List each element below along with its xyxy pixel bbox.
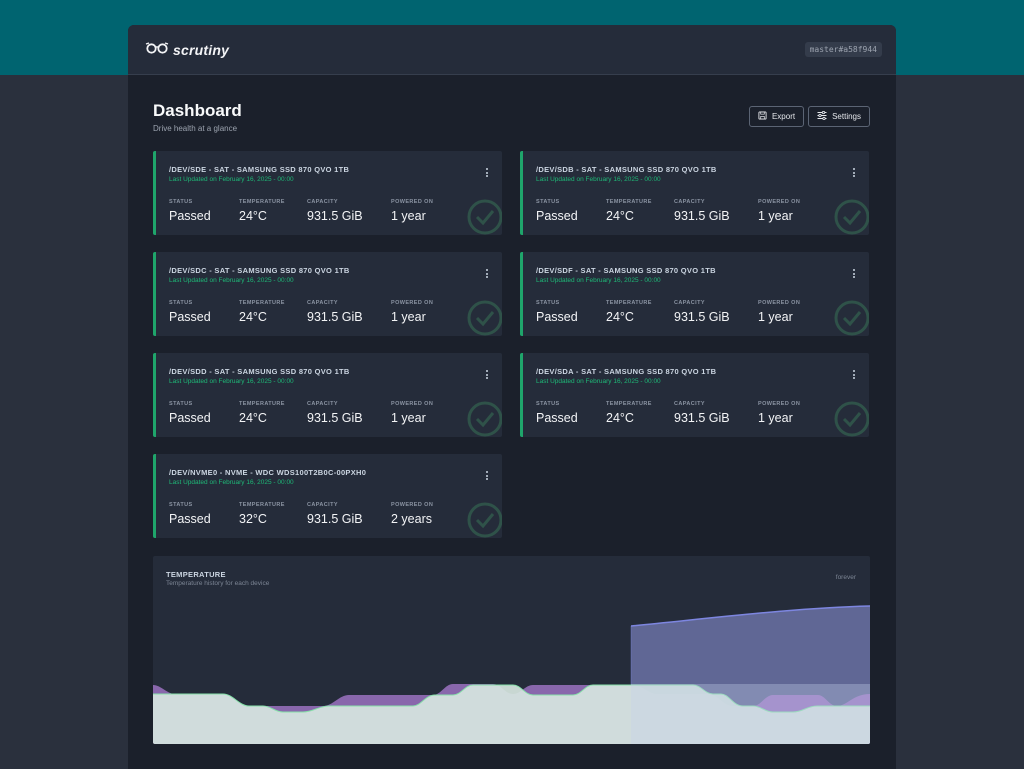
stat-capacity: CAPACITY 931.5 GiB <box>674 300 730 324</box>
app-window: scrutiny master#a58f944 Dashboard Drive … <box>128 25 896 769</box>
device-last-updated: Last Updated on February 16, 2025 - 00:0… <box>169 479 294 486</box>
device-card[interactable]: /DEV/SDA - SAT - SAMSUNG SSD 870 QVO 1TB… <box>520 353 869 437</box>
series-blue-overlay <box>631 684 870 744</box>
save-icon <box>758 111 767 122</box>
sliders-icon <box>817 110 827 122</box>
temperature-panel: TEMPERATURE Temperature history for each… <box>153 556 870 744</box>
more-options-icon[interactable] <box>486 471 488 480</box>
stat-temperature: TEMPERATURE 24°C <box>606 300 652 324</box>
more-options-icon[interactable] <box>853 370 855 379</box>
device-card[interactable]: /DEV/SDE - SAT - SAMSUNG SSD 870 QVO 1TB… <box>153 151 502 235</box>
logo[interactable]: scrutiny <box>145 41 229 59</box>
export-button[interactable]: Export <box>748 106 805 127</box>
stat-capacity: CAPACITY 931.5 GiB <box>674 199 730 223</box>
more-options-icon[interactable] <box>486 269 488 278</box>
device-last-updated: Last Updated on February 16, 2025 - 00:0… <box>536 176 661 183</box>
stat-status: STATUS Passed <box>169 502 211 526</box>
device-last-updated: Last Updated on February 16, 2025 - 00:0… <box>169 176 294 183</box>
device-title: /DEV/SDC - SAT - SAMSUNG SSD 870 QVO 1TB <box>169 266 350 275</box>
stat-temperature: TEMPERATURE 24°C <box>606 199 652 223</box>
export-label: Export <box>771 112 796 121</box>
stat-status: STATUS Passed <box>169 401 211 425</box>
device-last-updated: Last Updated on February 16, 2025 - 00:0… <box>536 378 661 385</box>
chart-range-selector[interactable]: forever <box>836 574 856 581</box>
device-card[interactable]: /DEV/SDB - SAT - SAMSUNG SSD 870 QVO 1TB… <box>520 151 869 235</box>
stat-temperature: TEMPERATURE 24°C <box>239 199 285 223</box>
stat-capacity: CAPACITY 931.5 GiB <box>307 300 363 324</box>
stat-status: STATUS Passed <box>536 401 578 425</box>
device-title: /DEV/SDB - SAT - SAMSUNG SSD 870 QVO 1TB <box>536 165 717 174</box>
stat-capacity: CAPACITY 931.5 GiB <box>674 401 730 425</box>
device-card[interactable]: /DEV/SDC - SAT - SAMSUNG SSD 870 QVO 1TB… <box>153 252 502 336</box>
device-card[interactable]: /DEV/SDD - SAT - SAMSUNG SSD 870 QVO 1TB… <box>153 353 502 437</box>
device-last-updated: Last Updated on February 16, 2025 - 00:0… <box>169 277 294 284</box>
stat-temperature: TEMPERATURE 24°C <box>606 401 652 425</box>
stat-capacity: CAPACITY 931.5 GiB <box>307 502 363 526</box>
header-actions: Export Settings <box>748 106 870 127</box>
stat-capacity: CAPACITY 931.5 GiB <box>307 401 363 425</box>
logo-text: scrutiny <box>173 41 230 58</box>
settings-label: Settings <box>832 112 861 121</box>
device-last-updated: Last Updated on February 16, 2025 - 00:0… <box>536 277 661 284</box>
device-title: /DEV/SDD - SAT - SAMSUNG SSD 870 QVO 1TB <box>169 367 350 376</box>
check-circle-icon <box>464 297 502 336</box>
stat-status: STATUS Passed <box>169 300 211 324</box>
version-badge: master#a58f944 <box>804 42 882 57</box>
stat-powered-on: POWERED ON 1 year <box>391 401 434 425</box>
stat-powered-on: POWERED ON 1 year <box>758 300 801 324</box>
settings-button[interactable]: Settings <box>808 106 870 127</box>
stat-powered-on: POWERED ON 1 year <box>391 199 434 223</box>
check-circle-icon <box>831 196 869 235</box>
check-circle-icon <box>831 297 869 336</box>
stat-powered-on: POWERED ON 2 years <box>391 502 434 526</box>
device-last-updated: Last Updated on February 16, 2025 - 00:0… <box>169 378 294 385</box>
device-title: /DEV/SDA - SAT - SAMSUNG SSD 870 QVO 1TB <box>536 367 717 376</box>
top-bar: scrutiny master#a58f944 <box>128 25 896 75</box>
stat-temperature: TEMPERATURE 24°C <box>239 300 285 324</box>
stat-status: STATUS Passed <box>536 300 578 324</box>
device-title: /DEV/NVME0 - NVME - WDC WDS100T2B0C-00PX… <box>169 468 367 477</box>
stat-status: STATUS Passed <box>169 199 211 223</box>
device-title: /DEV/SDE - SAT - SAMSUNG SSD 870 QVO 1TB <box>169 165 350 174</box>
stat-powered-on: POWERED ON 1 year <box>391 300 434 324</box>
stat-capacity: CAPACITY 931.5 GiB <box>307 199 363 223</box>
device-card[interactable]: /DEV/SDF - SAT - SAMSUNG SSD 870 QVO 1TB… <box>520 252 869 336</box>
device-card[interactable]: /DEV/NVME0 - NVME - WDC WDS100T2B0C-00PX… <box>153 454 502 538</box>
more-options-icon[interactable] <box>486 168 488 177</box>
stat-temperature: TEMPERATURE 32°C <box>239 502 285 526</box>
check-circle-icon <box>464 499 502 538</box>
check-circle-icon <box>464 196 502 235</box>
more-options-icon[interactable] <box>486 370 488 379</box>
check-circle-icon <box>464 398 502 437</box>
device-title: /DEV/SDF - SAT - SAMSUNG SSD 870 QVO 1TB <box>536 266 716 275</box>
more-options-icon[interactable] <box>853 269 855 278</box>
chart-subtitle: Temperature history for each device <box>166 580 270 587</box>
page-subtitle: Drive health at a glance <box>153 124 238 133</box>
check-circle-icon <box>831 398 869 437</box>
chart-title: TEMPERATURE <box>166 570 226 579</box>
page-title: Dashboard <box>153 101 242 120</box>
stat-status: STATUS Passed <box>536 199 578 223</box>
stat-powered-on: POWERED ON 1 year <box>758 401 801 425</box>
more-options-icon[interactable] <box>853 168 855 177</box>
glasses-icon <box>145 41 169 59</box>
page-header: Dashboard Drive health at a glance Expor… <box>153 101 870 133</box>
stat-temperature: TEMPERATURE 24°C <box>239 401 285 425</box>
stat-powered-on: POWERED ON 1 year <box>758 199 801 223</box>
